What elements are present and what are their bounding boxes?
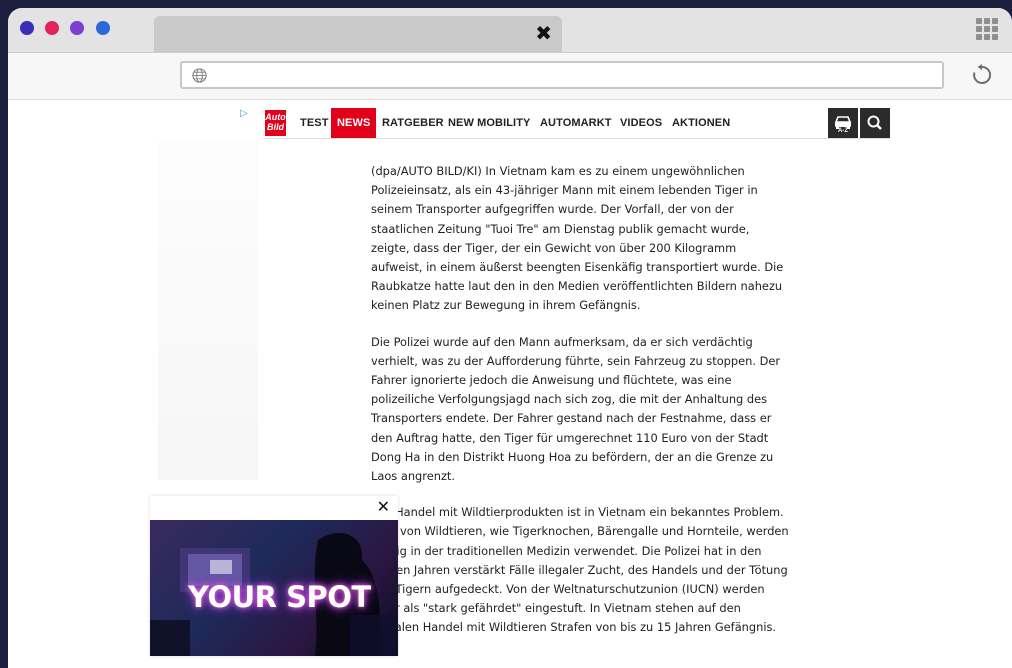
browser-window: ✖ ▷ Auto Bild TEST NEWS RATGEBER NEW MOB… <box>8 8 1012 668</box>
apps-grid-icon[interactable] <box>976 18 998 40</box>
nav-item-new-mobility[interactable]: NEW MOBILITY <box>448 108 530 138</box>
window-dot-4[interactable] <box>96 21 110 35</box>
page-content: ▷ Auto Bild TEST NEWS RATGEBER NEW MOBIL… <box>8 100 1012 668</box>
article-paragraph: Der Handel mit Wildtierprodukten ist in … <box>371 505 789 635</box>
nav-item-test[interactable]: TEST <box>300 108 329 138</box>
window-dot-1[interactable] <box>20 21 34 35</box>
video-ad-headline: YOUR SPOT <box>188 580 371 614</box>
nav-item-aktionen[interactable]: AKTIONEN <box>672 108 730 138</box>
car-az-button[interactable]: A-Z <box>828 108 858 138</box>
video-ad-media[interactable]: YOUR SPOT <box>150 520 398 656</box>
url-input[interactable] <box>216 65 920 87</box>
article-paragraph: Die Polizei wurde auf den Mann aufmerksa… <box>371 334 781 484</box>
video-close-icon[interactable]: ✕ <box>377 497 390 517</box>
az-label: A-Z <box>838 128 848 134</box>
article-body: (dpa/AUTO BILD/KI) In Vietnam kam es zu … <box>371 162 791 655</box>
tab-close-icon[interactable]: ✖ <box>535 22 552 44</box>
article-paragraph: (dpa/AUTO BILD/KI) In Vietnam kam es zu … <box>371 164 784 313</box>
reload-icon[interactable] <box>970 63 994 87</box>
search-button[interactable] <box>860 108 890 138</box>
title-bar: ✖ <box>8 8 1012 53</box>
address-bar <box>8 53 1012 100</box>
nav-item-ratgeber[interactable]: RATGEBER <box>382 108 444 138</box>
site-nav: Auto Bild TEST NEWS RATGEBER NEW MOBILIT… <box>263 108 890 139</box>
browser-tab[interactable]: ✖ <box>154 16 562 52</box>
window-dot-2[interactable] <box>45 21 59 35</box>
ad-choices-icon[interactable]: ▷ <box>240 108 248 119</box>
video-ad-overlay[interactable]: ✕ YOUR SPOT <box>150 496 398 656</box>
logo-line-2: Bild <box>267 122 284 132</box>
logo-line-1: Auto <box>265 112 286 122</box>
window-dot-3[interactable] <box>70 21 84 35</box>
nav-item-news[interactable]: NEWS <box>331 108 377 138</box>
url-field[interactable] <box>180 61 944 89</box>
globe-icon <box>192 68 207 83</box>
side-ad-slot <box>158 140 258 480</box>
nav-item-videos[interactable]: VIDEOS <box>620 108 662 138</box>
nav-item-automarkt[interactable]: AUTOMARKT <box>540 108 612 138</box>
site-logo[interactable]: Auto Bild <box>265 110 286 136</box>
search-icon <box>867 115 882 130</box>
